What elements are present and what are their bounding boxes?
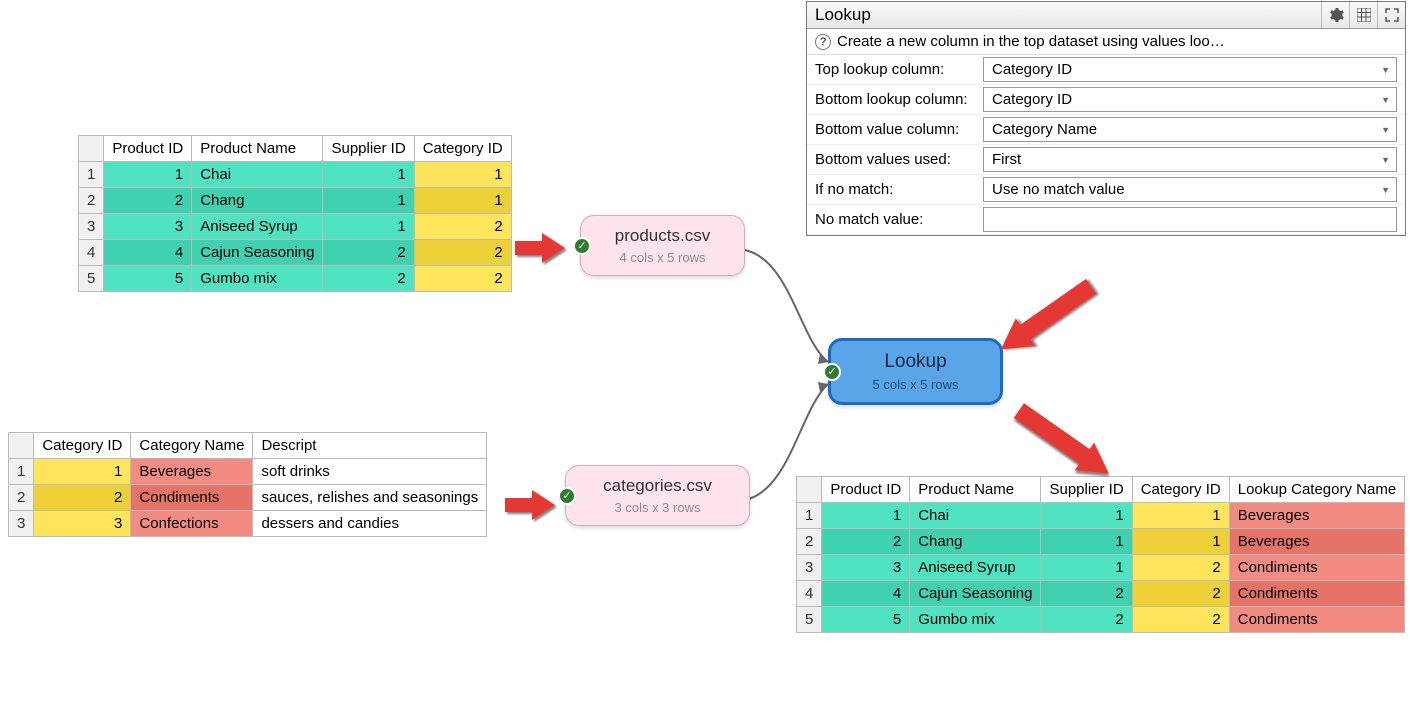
node-lookup[interactable]: ✓ Lookup 5 cols x 5 rows [828, 338, 1003, 405]
col-descript: Descript [253, 433, 487, 459]
top-lookup-column-select[interactable]: Category ID [983, 57, 1397, 82]
expand-icon[interactable] [1377, 2, 1405, 28]
help-icon[interactable]: ? [815, 34, 831, 50]
col-product-name: Product Name [192, 136, 323, 162]
field-label: Top lookup column: [815, 61, 975, 78]
node-products-csv[interactable]: ✓ products.csv 4 cols x 5 rows [580, 215, 745, 276]
panel-titlebar: Lookup [807, 2, 1405, 29]
table-row: 33Aniseed Syrup12Condiments [797, 555, 1405, 581]
table-row: 11Chai11Beverages [797, 503, 1405, 529]
node-title: products.csv [599, 226, 726, 246]
table-row: 33Aniseed Syrup12 [79, 214, 512, 240]
table-row-header-blank [9, 433, 34, 459]
bottom-lookup-column-select[interactable]: Category ID [983, 87, 1397, 112]
panel-help-text: ? Create a new column in the top dataset… [807, 29, 1405, 55]
col-category-name: Category Name [131, 433, 253, 459]
check-icon: ✓ [573, 237, 591, 255]
col-supplier-id: Supplier ID [323, 136, 414, 162]
bottom-value-column-select[interactable]: Category Name [983, 117, 1397, 142]
no-match-value-input[interactable] [983, 207, 1397, 232]
arrow-icon [998, 400, 1138, 500]
table-row: 22Chang11 [79, 188, 512, 214]
node-subtitle: 5 cols x 5 rows [849, 377, 982, 392]
field-label: If no match: [815, 181, 975, 198]
node-title: Lookup [849, 351, 982, 373]
gear-icon[interactable] [1321, 2, 1349, 28]
node-categories-csv[interactable]: ✓ categories.csv 3 cols x 3 rows [565, 465, 750, 526]
properties-panel: Lookup ? Create a new column in the top … [806, 1, 1406, 236]
table-row: 44Cajun Seasoning22 [79, 240, 512, 266]
if-no-match-select[interactable]: Use no match value [983, 177, 1397, 202]
col-category-id: Category ID [1132, 477, 1229, 503]
table-row: 11Chai11 [79, 162, 512, 188]
panel-title: Lookup [807, 2, 1321, 28]
categories-source-table: Category ID Category Name Descript 11Bev… [8, 432, 487, 537]
table-row-header-blank [797, 477, 822, 503]
table-row: 55Gumbo mix22 [79, 266, 512, 292]
table-row: 22Chang11Beverages [797, 529, 1405, 555]
grid-icon[interactable] [1349, 2, 1377, 28]
table-row: 33Confectionsdessers and candies [9, 511, 487, 537]
col-category-id: Category ID [414, 136, 511, 162]
col-product-id: Product ID [104, 136, 192, 162]
arrow-icon [510, 228, 570, 268]
table-row: 11Beveragessoft drinks [9, 459, 487, 485]
col-lookup-category-name: Lookup Category Name [1229, 477, 1404, 503]
products-source-table: Product ID Product Name Supplier ID Cate… [78, 135, 512, 292]
table-row-header-blank [79, 136, 104, 162]
node-title: categories.csv [584, 476, 731, 496]
table-row: 55Gumbo mix22Condiments [797, 607, 1405, 633]
arrow-icon [980, 270, 1120, 370]
field-label: Bottom lookup column: [815, 91, 975, 108]
col-product-id: Product ID [822, 477, 910, 503]
field-label: No match value: [815, 211, 975, 228]
bottom-values-used-select[interactable]: First [983, 147, 1397, 172]
check-icon: ✓ [823, 363, 841, 381]
check-icon: ✓ [558, 487, 576, 505]
node-subtitle: 3 cols x 3 rows [584, 500, 731, 515]
table-row: 44Cajun Seasoning22Condiments [797, 581, 1405, 607]
field-label: Bottom value column: [815, 121, 975, 138]
arrow-icon [500, 485, 560, 525]
node-subtitle: 4 cols x 5 rows [599, 250, 726, 265]
field-label: Bottom values used: [815, 151, 975, 168]
col-category-id: Category ID [34, 433, 131, 459]
table-row: 22Condimentssauces, relishes and seasoni… [9, 485, 487, 511]
